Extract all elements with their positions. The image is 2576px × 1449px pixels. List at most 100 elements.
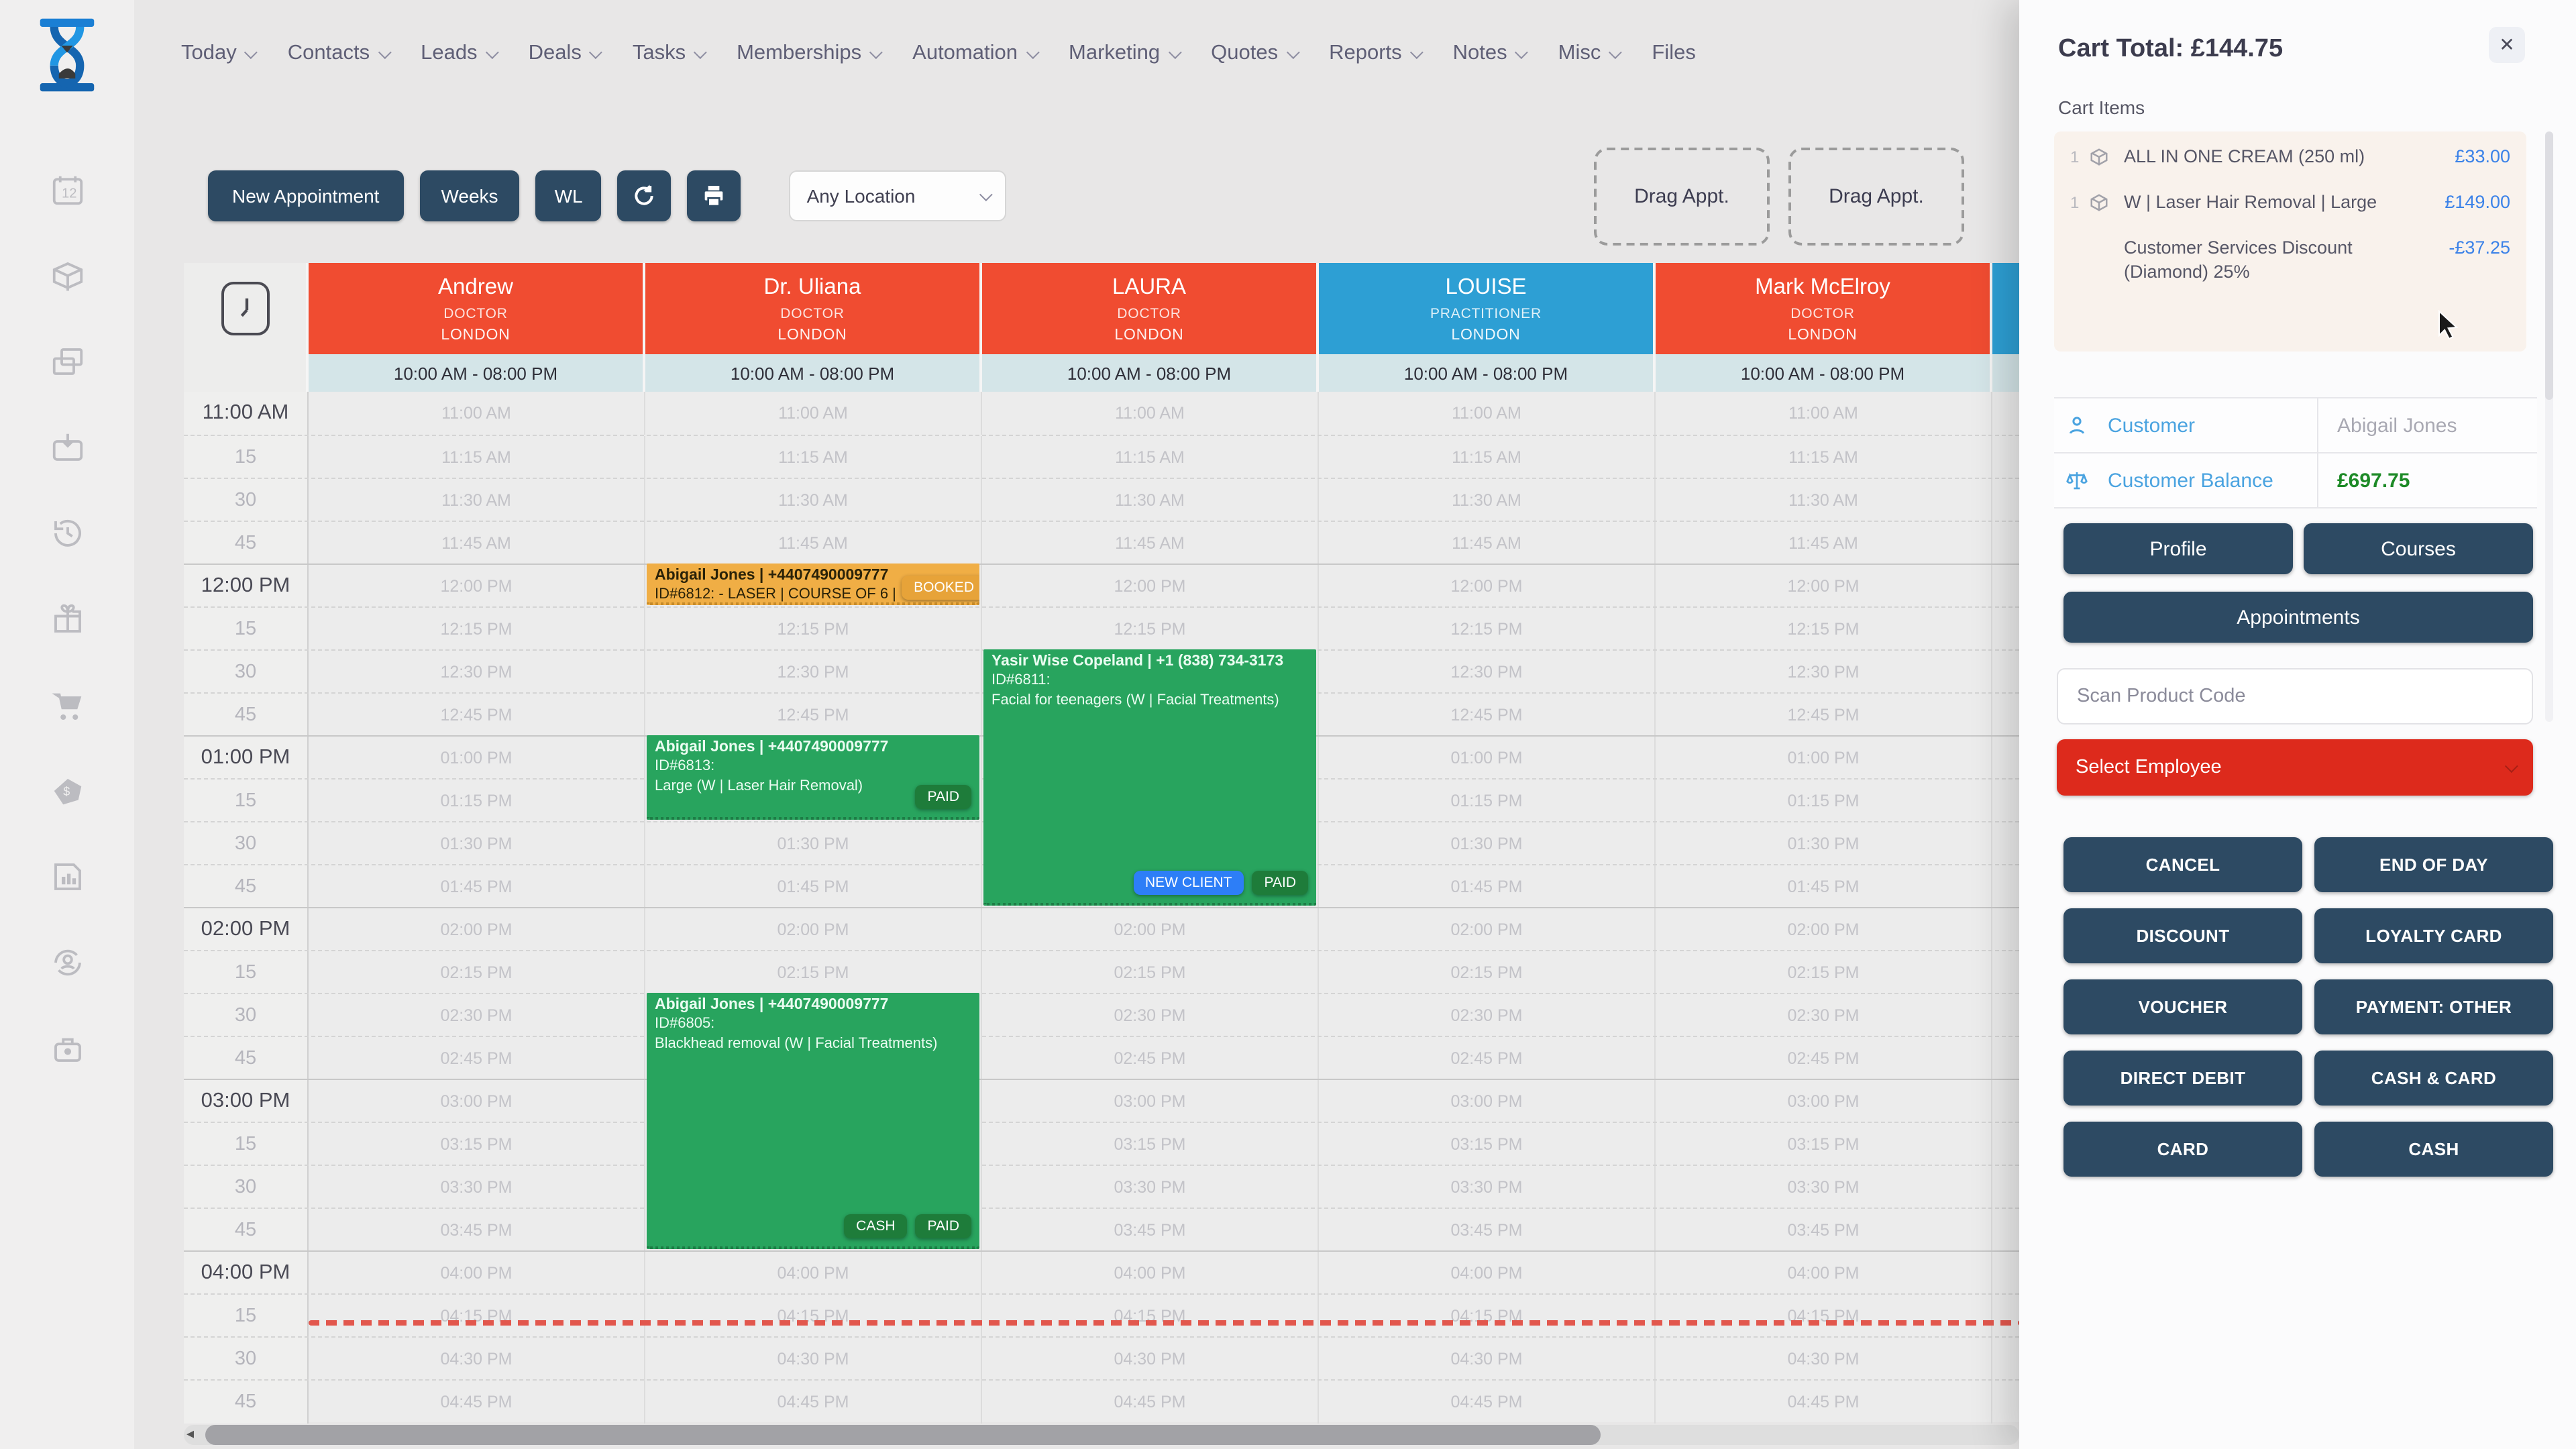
calendar-cell[interactable]: 02:30 PM xyxy=(982,994,1319,1037)
calendar-cell[interactable]: 01:30 PM xyxy=(1319,822,1656,865)
calendar-cell[interactable]: 02:15 PM xyxy=(1319,951,1656,994)
calendar-cell[interactable]: 04:15 PM xyxy=(982,1295,1319,1338)
nav-item-leads[interactable]: Leads xyxy=(421,42,494,66)
calendar-cell[interactable]: 12:45 PM xyxy=(645,694,982,737)
calendar-cell[interactable]: 12:15 PM xyxy=(1656,608,1992,651)
calendar-cell[interactable]: 03:00 PM xyxy=(1319,1080,1656,1123)
end-of-day-button[interactable]: END OF DAY xyxy=(2314,837,2553,892)
nav-item-files[interactable]: Files xyxy=(1652,42,1695,66)
appointment-block[interactable]: Abigail Jones | +4407490009777ID#6805:Bl… xyxy=(647,993,979,1249)
waitlist-button[interactable]: WL xyxy=(536,170,602,221)
calendar-cell[interactable]: 11:30 AM xyxy=(982,479,1319,522)
appointments-button[interactable]: Appointments xyxy=(2063,592,2533,643)
calendar-cell[interactable]: 11:15 AM xyxy=(982,436,1319,479)
calendar-cell[interactable]: 12:00 PM xyxy=(982,565,1319,608)
appointment-block[interactable]: Yasir Wise Copeland | +1 (838) 734-3173I… xyxy=(983,649,1316,906)
calendar-cell[interactable]: 01:00 PM xyxy=(1319,737,1656,780)
calendar-cell[interactable]: 11:15 AM xyxy=(645,436,982,479)
horizontal-scrollbar-thumb[interactable] xyxy=(205,1425,1601,1445)
calendar-cell[interactable]: 03:45 PM xyxy=(982,1209,1319,1252)
calendar-cell[interactable]: 04:15 PM xyxy=(1319,1295,1656,1338)
calendar-cell[interactable]: 12:15 PM xyxy=(309,608,645,651)
calendar-cell[interactable]: 04:00 PM xyxy=(1319,1252,1656,1295)
customer-balance-label[interactable]: Customer Balance xyxy=(2108,469,2273,492)
calendar-cell[interactable]: 01:30 PM xyxy=(645,822,982,865)
calendar-cell[interactable]: 04:30 PM xyxy=(645,1338,982,1381)
calendar-cell[interactable]: 01:15 PM xyxy=(1656,780,1992,822)
refresh-button[interactable] xyxy=(618,170,672,221)
calendar-cell[interactable]: 01:45 PM xyxy=(1319,865,1656,908)
calendar-cell[interactable]: 02:15 PM xyxy=(645,951,982,994)
calendar-cell[interactable]: 02:15 PM xyxy=(309,951,645,994)
calendar-cell[interactable]: 03:45 PM xyxy=(1656,1209,1992,1252)
cart-item-row[interactable]: 1ALL IN ONE CREAM (250 ml)£33.00 xyxy=(2070,145,2510,174)
calendar-cell[interactable]: 01:45 PM xyxy=(645,865,982,908)
calendar-cell[interactable]: 04:45 PM xyxy=(1656,1381,1992,1424)
calendar-cell[interactable]: 04:00 PM xyxy=(982,1252,1319,1295)
print-button[interactable] xyxy=(688,170,741,221)
calendar-cell[interactable]: 12:30 PM xyxy=(1319,651,1656,694)
calendar-cell[interactable]: 04:45 PM xyxy=(982,1381,1319,1424)
calendar-cell[interactable]: 01:15 PM xyxy=(309,780,645,822)
calendar-cell[interactable]: 02:00 PM xyxy=(1656,908,1992,951)
cart-icon[interactable] xyxy=(49,687,85,723)
calendar-cell[interactable]: 02:00 PM xyxy=(982,908,1319,951)
calendar-cell[interactable]: 11:15 AM xyxy=(1656,436,1992,479)
scroll-left-arrow-icon[interactable]: ◂ xyxy=(186,1425,194,1445)
calendar-cell[interactable]: 03:30 PM xyxy=(982,1166,1319,1209)
drag-appointment-slot-2[interactable]: Drag Appt. xyxy=(1788,148,1964,246)
calendar-cell[interactable]: 02:15 PM xyxy=(1656,951,1992,994)
calendar-cell[interactable]: 12:30 PM xyxy=(1656,651,1992,694)
voucher-button[interactable]: VOUCHER xyxy=(2063,979,2302,1034)
calendar-cell[interactable]: 02:30 PM xyxy=(1319,994,1656,1037)
calendar-cell[interactable]: 02:45 PM xyxy=(982,1037,1319,1080)
calendar-cell[interactable]: 02:00 PM xyxy=(1319,908,1656,951)
calendar-cell[interactable]: 04:30 PM xyxy=(309,1338,645,1381)
calendar-cell[interactable]: 02:45 PM xyxy=(1656,1037,1992,1080)
calendar-cell[interactable]: 11:30 AM xyxy=(645,479,982,522)
loyalty-card-button[interactable]: LOYALTY CARD xyxy=(2314,908,2553,963)
nav-item-reports[interactable]: Reports xyxy=(1329,42,1419,66)
calendar-cell[interactable]: 11:15 AM xyxy=(309,436,645,479)
calendar-cell[interactable]: 01:00 PM xyxy=(309,737,645,780)
calendar-cell[interactable]: 11:45 AM xyxy=(1319,522,1656,565)
client-sync-icon[interactable] xyxy=(49,945,85,981)
calendar-cell[interactable]: 03:30 PM xyxy=(309,1166,645,1209)
calendar-cell[interactable]: 01:00 PM xyxy=(1656,737,1992,780)
calendar-cell[interactable]: 12:15 PM xyxy=(1319,608,1656,651)
calendar-icon[interactable]: 12 xyxy=(49,172,85,208)
order-box-icon[interactable] xyxy=(49,429,85,466)
calendar-cell[interactable]: 03:30 PM xyxy=(1656,1166,1992,1209)
calendar-cell[interactable]: 04:15 PM xyxy=(645,1295,982,1338)
horizontal-scrollbar[interactable]: ◂ xyxy=(184,1425,2019,1445)
calendar-cell[interactable]: 03:15 PM xyxy=(1656,1123,1992,1166)
customer-balance-label-cell[interactable]: Customer Balance xyxy=(2054,453,2318,507)
calendar-cell[interactable]: 11:45 AM xyxy=(1656,522,1992,565)
calendar-cell[interactable]: 12:15 PM xyxy=(982,608,1319,651)
payment-other-button[interactable]: PAYMENT: OTHER xyxy=(2314,979,2553,1034)
gift-icon[interactable] xyxy=(49,601,85,637)
calendar-cell[interactable]: 03:00 PM xyxy=(309,1080,645,1123)
calendar-cell[interactable]: 01:30 PM xyxy=(309,822,645,865)
copy-icon[interactable] xyxy=(49,343,85,380)
calendar-cell[interactable]: 04:30 PM xyxy=(982,1338,1319,1381)
calendar-cell[interactable]: 02:45 PM xyxy=(1319,1037,1656,1080)
brand-hourglass-logo[interactable] xyxy=(30,16,105,94)
cash-button[interactable]: CASH xyxy=(2314,1122,2553,1177)
calendar-cell[interactable]: 03:30 PM xyxy=(1319,1166,1656,1209)
calendar-cell[interactable]: 12:00 PM xyxy=(1319,565,1656,608)
calendar-cell[interactable]: 04:45 PM xyxy=(645,1381,982,1424)
price-tag-icon[interactable]: $ xyxy=(49,773,85,809)
calendar-cell[interactable]: 03:15 PM xyxy=(982,1123,1319,1166)
calendar-cell[interactable]: 12:45 PM xyxy=(1656,694,1992,737)
location-filter-select[interactable]: Any Location xyxy=(790,170,1007,221)
calendar-cell[interactable]: 03:15 PM xyxy=(1319,1123,1656,1166)
package-icon[interactable] xyxy=(49,258,85,294)
nav-item-marketing[interactable]: Marketing xyxy=(1069,42,1177,66)
calendar-cell[interactable]: 11:30 AM xyxy=(1319,479,1656,522)
calendar-cell[interactable]: 11:00 AM xyxy=(645,392,982,435)
calendar-cell[interactable]: 02:00 PM xyxy=(645,908,982,951)
calendar-cell[interactable]: 03:15 PM xyxy=(309,1123,645,1166)
calendar-cell[interactable]: 11:30 AM xyxy=(1656,479,1992,522)
nav-item-today[interactable]: Today xyxy=(181,42,254,66)
